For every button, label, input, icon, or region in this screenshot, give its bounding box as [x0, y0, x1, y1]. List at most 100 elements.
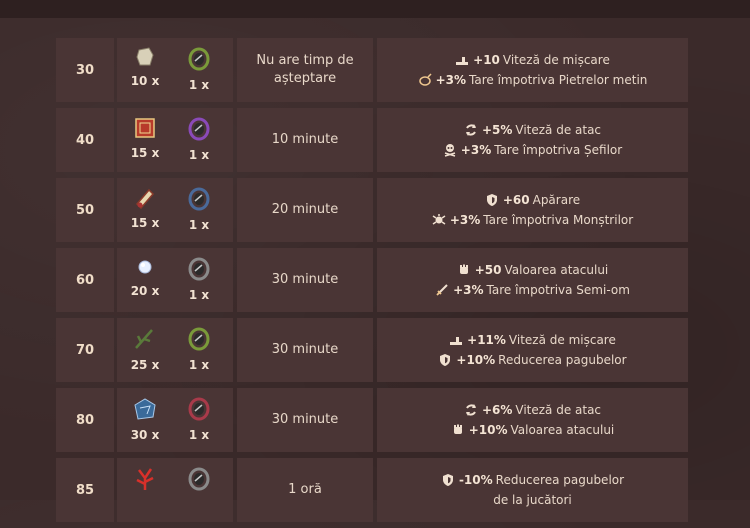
- bonus-text: Viteză de atac: [515, 123, 602, 137]
- bonus-cell: +11% Viteză de mișcare +10% Reducerea pagub…: [377, 318, 688, 382]
- bonus-value: +10%: [456, 353, 496, 367]
- bonus-line: +3% Tare împotriva Pietrelor metin: [418, 70, 648, 90]
- bonus-cell: +5% Viteză de atac +3% Tare împotriva Șefil…: [377, 108, 688, 172]
- bonus-text: de la jucători: [493, 493, 572, 507]
- bonus-line: +10% Valoarea atacului: [451, 420, 615, 440]
- item-quantity: 1 x: [188, 78, 210, 92]
- required-item[interactable]: 15 x: [125, 116, 165, 164]
- bonus-cell: -10% Reducerea pagubelor de la jucători: [377, 458, 688, 522]
- required-item[interactable]: 25 x: [125, 326, 165, 374]
- red-ring-icon: [179, 396, 219, 422]
- items-cell: 30 x 1 x: [117, 388, 233, 452]
- bonus-line: +10% Reducerea pagubelor: [438, 350, 627, 370]
- required-ring[interactable]: 1 x: [179, 186, 219, 234]
- diamond-icon: [125, 256, 165, 278]
- required-ring[interactable]: 1 x: [179, 116, 219, 164]
- bonus-text: Tare împotriva Șefilor: [494, 143, 623, 157]
- wait-time-cell: 1 oră: [237, 458, 373, 522]
- table-row: 40 15 x 1 x 10 minute +5% Viteză de atac +…: [56, 108, 688, 172]
- bonus-text: Reducerea pagubelor: [498, 353, 627, 367]
- bonus-line: de la jucători: [493, 490, 572, 510]
- bonus-text: Valoarea atacului: [510, 423, 615, 437]
- bonus-cell: +60 Apărare +3% Tare împotriva Monștrilor: [377, 178, 688, 242]
- green-ring-icon: [179, 326, 219, 352]
- metin-icon: [418, 73, 432, 87]
- items-cell: 25 x 1 x: [117, 318, 233, 382]
- item-quantity: 1 x: [188, 428, 210, 442]
- bonus-text: Valoarea atacului: [504, 263, 609, 277]
- branch-icon: [125, 326, 165, 352]
- bonus-value: +6%: [481, 403, 513, 417]
- required-item[interactable]: 20 x: [125, 256, 165, 304]
- sword-icon: [435, 283, 449, 297]
- items-cell: 10 x 1 x: [117, 38, 233, 102]
- bonus-text: Reducerea pagubelor: [495, 473, 625, 487]
- monster-icon: [432, 213, 446, 227]
- required-ring[interactable]: 1 x: [179, 396, 219, 444]
- level-cell: 80: [56, 388, 114, 452]
- required-ring[interactable]: 1 x: [179, 256, 219, 304]
- required-item[interactable]: 30 x: [125, 396, 165, 444]
- bonus-line: +10 Viteză de mișcare: [455, 50, 610, 70]
- wait-time-cell: 30 minute: [237, 318, 373, 382]
- bonus-line: +60 Apărare: [485, 190, 580, 210]
- bonus-value: +3%: [449, 213, 481, 227]
- bonus-value: +60: [502, 193, 530, 207]
- bonus-line: +5% Viteză de atac: [464, 120, 601, 140]
- item-quantity: 25 x: [130, 358, 160, 372]
- attack-speed-icon: [464, 403, 478, 417]
- upgrade-table: 30 10 x 1 x Nu are timp de așteptare +10…: [56, 38, 688, 528]
- fist-icon: [451, 423, 465, 437]
- bonus-text: Viteză de mișcare: [502, 53, 610, 67]
- table-row: 85 1 oră -10% Reducerea pagubelor de la ju…: [56, 458, 688, 522]
- shield-icon: [438, 353, 452, 367]
- level-cell: 50: [56, 178, 114, 242]
- level-cell: 85: [56, 458, 114, 522]
- grey-ring-icon: [179, 466, 219, 492]
- item-quantity: 10 x: [130, 74, 160, 88]
- boots-icon: [449, 333, 463, 347]
- item-quantity: 1 x: [188, 288, 210, 302]
- required-item[interactable]: 15 x: [125, 186, 165, 234]
- red-coral-icon: [125, 466, 165, 492]
- required-ring[interactable]: [179, 466, 219, 514]
- required-item[interactable]: [125, 466, 165, 514]
- green-ring-icon: [179, 46, 219, 72]
- item-quantity: 1 x: [188, 358, 210, 372]
- blue-ring-icon: [179, 186, 219, 212]
- fist-icon: [457, 263, 471, 277]
- bonus-text: Viteză de mișcare: [508, 333, 616, 347]
- bonus-text: Apărare: [532, 193, 581, 207]
- table-row: 70 25 x 1 x 30 minute +11% Viteză de mișc…: [56, 318, 688, 382]
- item-quantity: 1 x: [188, 218, 210, 232]
- bonus-line: -10% Reducerea pagubelor: [441, 470, 624, 490]
- item-quantity: 15 x: [130, 216, 160, 230]
- table-row: 50 15 x 1 x 20 minute +60 Apărare +3% Tare …: [56, 178, 688, 242]
- top-bar: [0, 0, 750, 18]
- attack-speed-icon: [464, 123, 478, 137]
- bonus-line: +3% Tare împotriva Șefilor: [443, 140, 622, 160]
- table-row: 60 20 x 1 x 30 minute +50 Valoarea atacul…: [56, 248, 688, 312]
- red-book-icon: [125, 116, 165, 140]
- level-cell: 70: [56, 318, 114, 382]
- grey-ring-icon: [179, 256, 219, 282]
- bonus-value: +3%: [435, 73, 467, 87]
- bonus-text: Tare împotriva Pietrelor metin: [469, 73, 648, 87]
- items-cell: 20 x 1 x: [117, 248, 233, 312]
- table-row: 80 30 x 1 x 30 minute +6% Viteză de atac +…: [56, 388, 688, 452]
- wait-time-cell: Nu are timp de așteptare: [237, 38, 373, 102]
- bonus-line: +11% Viteză de mișcare: [449, 330, 616, 350]
- item-quantity: 20 x: [130, 284, 160, 298]
- bonus-value: +10%: [468, 423, 508, 437]
- required-item[interactable]: 10 x: [125, 46, 165, 94]
- required-ring[interactable]: 1 x: [179, 46, 219, 94]
- bonus-value: +5%: [481, 123, 513, 137]
- table-row: 30 10 x 1 x Nu are timp de așteptare +10…: [56, 38, 688, 102]
- level-cell: 40: [56, 108, 114, 172]
- skull-icon: [443, 143, 457, 157]
- item-quantity: 1 x: [188, 148, 210, 162]
- bonus-value: +3%: [460, 143, 492, 157]
- required-ring[interactable]: 1 x: [179, 326, 219, 374]
- wait-time-cell: 30 minute: [237, 248, 373, 312]
- bonus-value: +10: [473, 53, 500, 67]
